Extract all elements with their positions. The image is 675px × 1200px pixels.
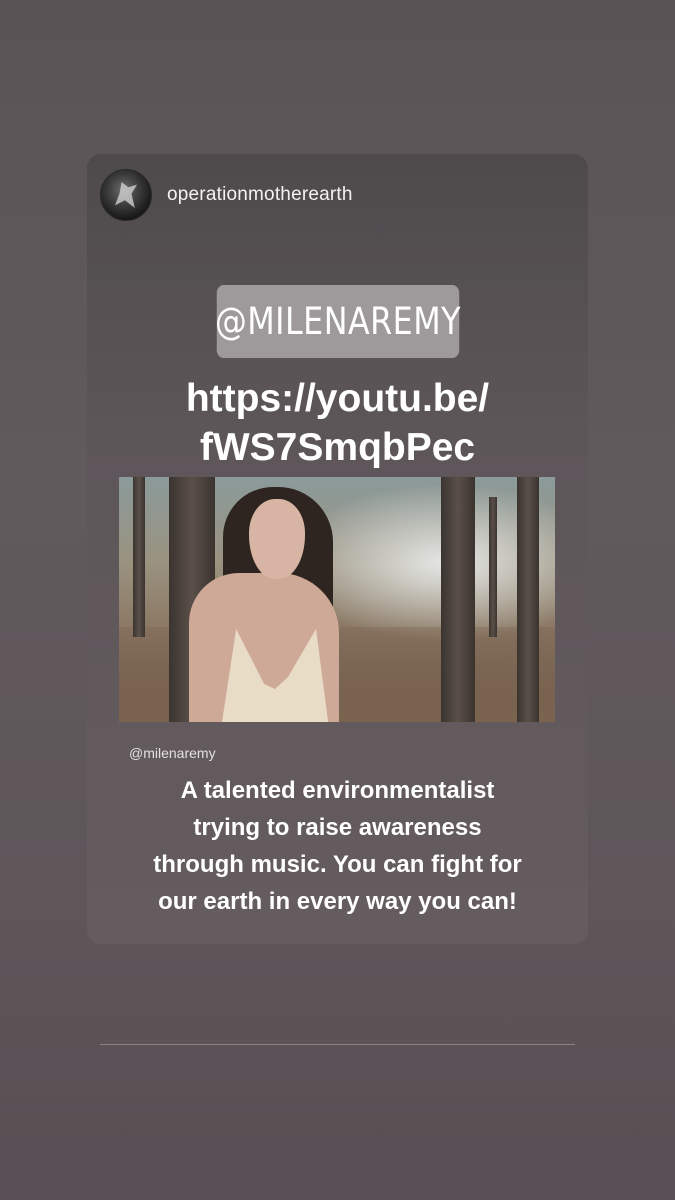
caption-line-4: our earth in every way you can! — [158, 888, 517, 915]
photo-tree — [489, 497, 497, 637]
link-line-2: fWS7SmqbPec — [199, 426, 476, 469]
story-card: operationmotherearth @MILENAREMY https:/… — [87, 154, 588, 944]
avatar[interactable] — [100, 169, 152, 221]
username[interactable]: operationmotherearth — [167, 184, 353, 206]
bird-logo-icon — [115, 182, 137, 208]
caption-text: A talented environmentalist trying to ra… — [87, 772, 588, 920]
photo-tree — [441, 477, 475, 722]
photo-tree — [133, 477, 145, 637]
caption-line-1: A talented environmentalist — [180, 777, 495, 804]
link-line-1: https://youtu.be/ — [185, 377, 490, 420]
shared-post-photo[interactable] — [119, 477, 555, 722]
photo-person-face — [249, 499, 305, 579]
link-text[interactable]: https://youtu.be/ fWS7SmqbPec — [87, 374, 588, 472]
caption-line-2: trying to raise awareness — [193, 814, 482, 841]
photo-caption-handle[interactable]: @milenaremy — [129, 745, 216, 761]
divider — [100, 1044, 575, 1045]
photo-tree — [517, 477, 539, 722]
caption-line-3: through music. You can fight for — [153, 851, 522, 878]
mention-sticker[interactable]: @MILENAREMY — [215, 285, 461, 358]
story-header[interactable]: operationmotherearth — [100, 169, 353, 221]
